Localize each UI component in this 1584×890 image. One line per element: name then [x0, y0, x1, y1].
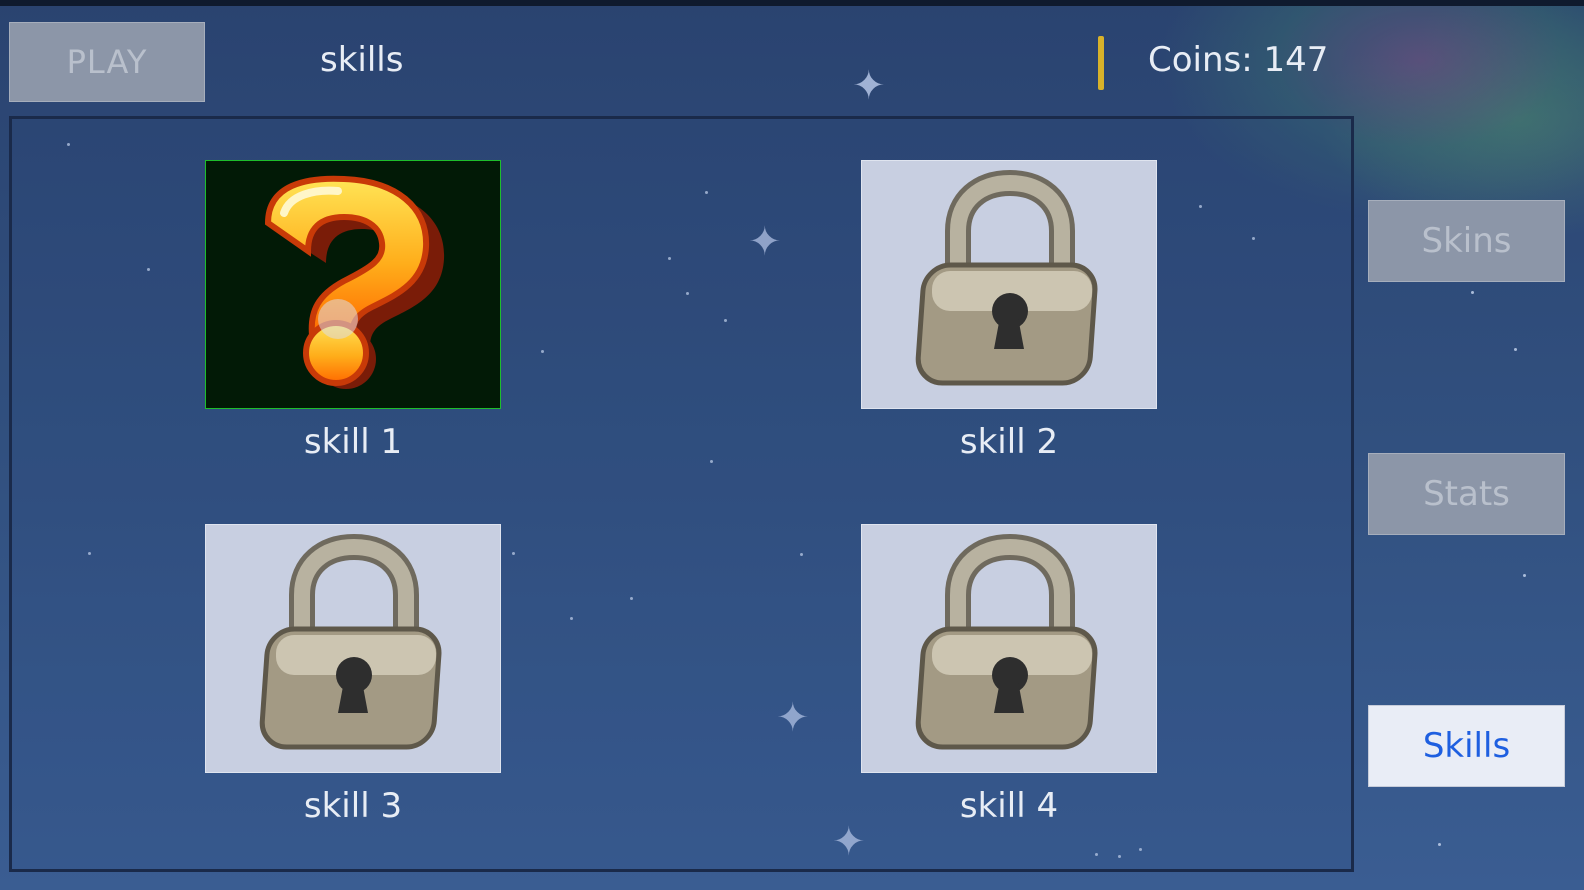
skill-label-1: skill 1 [303, 422, 403, 462]
tab-skills[interactable]: Skills [1368, 705, 1565, 787]
coin-indicator-bar [1098, 36, 1104, 90]
skill-label-3: skill 3 [303, 786, 403, 826]
star-decoration [1523, 574, 1526, 577]
skill-tile-4[interactable] [861, 524, 1157, 773]
coins-value: 147 [1263, 40, 1329, 80]
skill-label-4: skill 4 [959, 786, 1059, 826]
top-edge [0, 0, 1584, 6]
coins-label: Coins: [1148, 40, 1253, 80]
tab-stats[interactable]: Stats [1368, 453, 1565, 535]
star-decoration [1514, 348, 1517, 351]
play-button[interactable]: PLAY [9, 22, 205, 102]
padlock-icon [915, 169, 1098, 386]
star-decoration [1438, 843, 1441, 846]
coins-counter: Coins: 147 [1148, 40, 1328, 80]
skill-tile-1[interactable] [205, 160, 501, 409]
screen-title: skills [320, 40, 404, 80]
question-mark-icon [264, 175, 445, 389]
skill-label-2: skill 2 [959, 422, 1059, 462]
star-decoration [1471, 291, 1474, 294]
padlock-icon [915, 533, 1098, 750]
skill-tile-3[interactable] [205, 524, 501, 773]
skill-tile-2[interactable] [861, 160, 1157, 409]
padlock-icon [259, 533, 442, 750]
tab-skins[interactable]: Skins [1368, 200, 1565, 282]
sparkle-decoration: ✦ [852, 63, 886, 109]
